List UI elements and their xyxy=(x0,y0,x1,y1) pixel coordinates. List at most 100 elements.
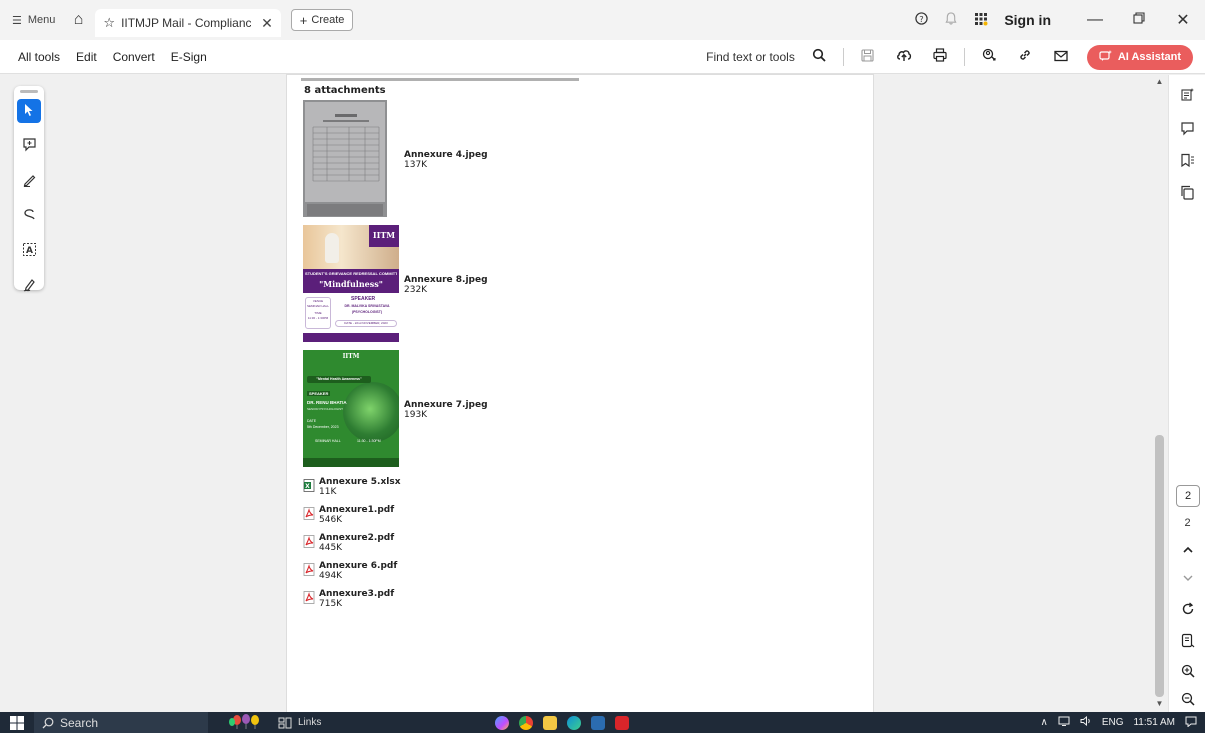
bookmarks-icon[interactable] xyxy=(1169,153,1205,171)
sign-tool[interactable] xyxy=(17,274,41,298)
taskbar-search[interactable]: Search xyxy=(34,712,208,733)
attachment-text: Annexure 6.pdf 494K xyxy=(319,561,397,581)
windows-taskbar: Search Links ∧ ENG 11:51 AM xyxy=(0,712,1205,733)
svg-text:X: X xyxy=(305,483,310,490)
select-tool[interactable] xyxy=(17,99,41,123)
restore-icon[interactable] xyxy=(1117,11,1161,29)
title-bar-right: ? Sign in — ✕ xyxy=(906,0,1205,40)
scroll-up-icon[interactable]: ▲ xyxy=(1153,77,1166,86)
network-icon[interactable] xyxy=(1058,716,1070,729)
home-button[interactable]: ⌂ xyxy=(61,0,95,40)
clock[interactable]: 11:51 AM xyxy=(1133,717,1175,728)
find-text-label[interactable]: Find text or tools xyxy=(706,50,795,64)
store-app-icon[interactable] xyxy=(591,715,605,730)
rotate-icon[interactable] xyxy=(1169,602,1205,619)
volume-icon[interactable] xyxy=(1080,715,1092,729)
star-icon[interactable]: ☆ xyxy=(103,15,115,31)
edit-pdf-icon[interactable] xyxy=(1169,87,1205,105)
ai-assistant-button[interactable]: AI Assistant xyxy=(1086,44,1193,70)
start-button[interactable] xyxy=(0,715,34,730)
draw-tool[interactable] xyxy=(17,204,41,228)
minimize-icon[interactable]: — xyxy=(1073,11,1117,29)
poster-speaker-name: DR. RENU BHATIA xyxy=(307,400,347,405)
apps-grid-icon[interactable] xyxy=(966,12,996,29)
document-page: 8 attachments Annexure 4.jpeg 137K IITM … xyxy=(287,75,873,712)
document-tab[interactable]: ☆ IITMJP Mail - Complianc... ✕ xyxy=(95,9,281,37)
text-recognition-tool[interactable]: A xyxy=(17,239,41,263)
share-user-icon[interactable] xyxy=(973,48,1005,66)
search-icon[interactable] xyxy=(803,48,835,66)
menu-edit[interactable]: Edit xyxy=(76,50,97,64)
close-tab-icon[interactable]: ✕ xyxy=(261,15,273,32)
copilot-app-icon[interactable] xyxy=(495,715,509,730)
menu-button[interactable]: ☰ Menu xyxy=(0,0,61,40)
attachment-label-annexure-8[interactable]: Annexure 8.jpeg 232K xyxy=(404,275,488,295)
zoom-out-icon[interactable] xyxy=(1169,692,1205,709)
taskbar-links[interactable]: Links xyxy=(278,717,321,729)
main-toolbar: All tools Edit Convert E-Sign Find text … xyxy=(0,40,1205,74)
notifications-icon[interactable] xyxy=(1185,716,1197,730)
poster-date: DATE - 22nd NOVEMBER, 2023 xyxy=(344,321,388,325)
page-fit-icon[interactable] xyxy=(1169,633,1205,651)
toolbar-divider xyxy=(842,48,844,66)
email-icon[interactable] xyxy=(1045,49,1077,66)
poster-logo: IITM xyxy=(342,353,360,360)
comments-icon[interactable] xyxy=(1169,121,1205,139)
menu-convert[interactable]: Convert xyxy=(113,50,155,64)
attachment-name: Annexure1.pdf xyxy=(319,505,395,515)
create-label: Create xyxy=(311,14,345,26)
create-button[interactable]: + Create xyxy=(290,9,354,31)
upload-cloud-icon[interactable] xyxy=(888,48,920,66)
bell-icon[interactable] xyxy=(936,12,966,28)
tray-chevron-up-icon[interactable]: ∧ xyxy=(1040,717,1047,728)
zoom-in-icon[interactable] xyxy=(1169,664,1205,681)
close-window-icon[interactable]: ✕ xyxy=(1161,10,1205,30)
attachment-row-annexure3-pdf[interactable]: Annexure3.pdf 715K xyxy=(303,589,394,609)
pdf-file-icon xyxy=(303,535,315,548)
poster-time-label: TIME xyxy=(314,311,322,315)
poster-speaker-role: (PSYCHOLOGIST) xyxy=(351,310,383,314)
attachment-name: Annexure 6.pdf xyxy=(319,561,398,571)
attachment-row-annexure2-pdf[interactable]: Annexure2.pdf 445K xyxy=(303,533,394,553)
menu-all-tools[interactable]: All tools xyxy=(18,50,60,64)
home-icon: ⌂ xyxy=(73,11,84,28)
link-icon[interactable] xyxy=(1009,48,1041,66)
attachment-thumbnail-annexure-7[interactable]: IITM "Mental Health Awareness" SPEAKER D… xyxy=(303,350,399,467)
pinned-apps xyxy=(495,712,629,733)
attachment-label-annexure-4[interactable]: Annexure 4.jpeg 137K xyxy=(404,150,488,170)
scroll-down-icon[interactable]: ▼ xyxy=(1153,699,1166,708)
pages-thumbnails-icon[interactable] xyxy=(1169,185,1205,203)
chevron-up-icon[interactable] xyxy=(1169,543,1205,559)
panel-drag-handle[interactable] xyxy=(20,90,38,93)
attachment-row-annexure-6-pdf[interactable]: Annexure 6.pdf 494K xyxy=(303,561,397,581)
poster-date: 5th December, 2023 xyxy=(307,425,339,429)
attachment-label-annexure-7[interactable]: Annexure 7.jpeg 193K xyxy=(404,400,488,420)
vertical-scrollbar[interactable]: ▲ ▼ xyxy=(1153,75,1166,712)
highlight-tool[interactable] xyxy=(17,169,41,193)
edge-app-icon[interactable] xyxy=(567,715,581,730)
file-explorer-app-icon[interactable] xyxy=(543,715,557,730)
attachment-row-annexure1-pdf[interactable]: Annexure1.pdf 546K xyxy=(303,505,394,525)
attachment-thumbnail-annexure-8[interactable]: IITM STUDENT'S GRIEVANCE REDRESSAL COMMI… xyxy=(303,225,399,342)
attachment-size: 715K xyxy=(319,599,343,609)
help-icon[interactable]: ? xyxy=(906,12,936,28)
poster-speaker-role: SENIOR PSYCHOLOGIST xyxy=(307,407,344,411)
scrollbar-thumb[interactable] xyxy=(1155,435,1164,697)
system-tray: ∧ ENG 11:51 AM xyxy=(1040,712,1197,733)
save-icon[interactable] xyxy=(852,48,884,66)
menu-e-sign[interactable]: E-Sign xyxy=(171,50,207,64)
text-box-icon: A xyxy=(22,242,37,260)
taskbar-widgets[interactable] xyxy=(228,713,264,732)
acrobat-app-icon[interactable] xyxy=(615,715,629,730)
attachment-row-annexure-5-xlsx[interactable]: X Annexure 5.xlsx 11K xyxy=(303,477,401,497)
add-comment-tool[interactable] xyxy=(17,134,41,158)
chrome-app-icon[interactable] xyxy=(519,715,533,730)
sign-in-link[interactable]: Sign in xyxy=(1004,12,1051,28)
print-icon[interactable] xyxy=(924,48,956,66)
attachment-thumbnail-annexure-4[interactable] xyxy=(303,100,387,217)
tab-title: IITMJP Mail - Complianc... xyxy=(121,16,252,30)
poster-venue-label: VENUE xyxy=(312,299,324,303)
chevron-down-icon[interactable] xyxy=(1169,571,1205,587)
page-number-input[interactable]: 2 xyxy=(1176,485,1200,507)
language-indicator[interactable]: ENG xyxy=(1102,717,1124,728)
